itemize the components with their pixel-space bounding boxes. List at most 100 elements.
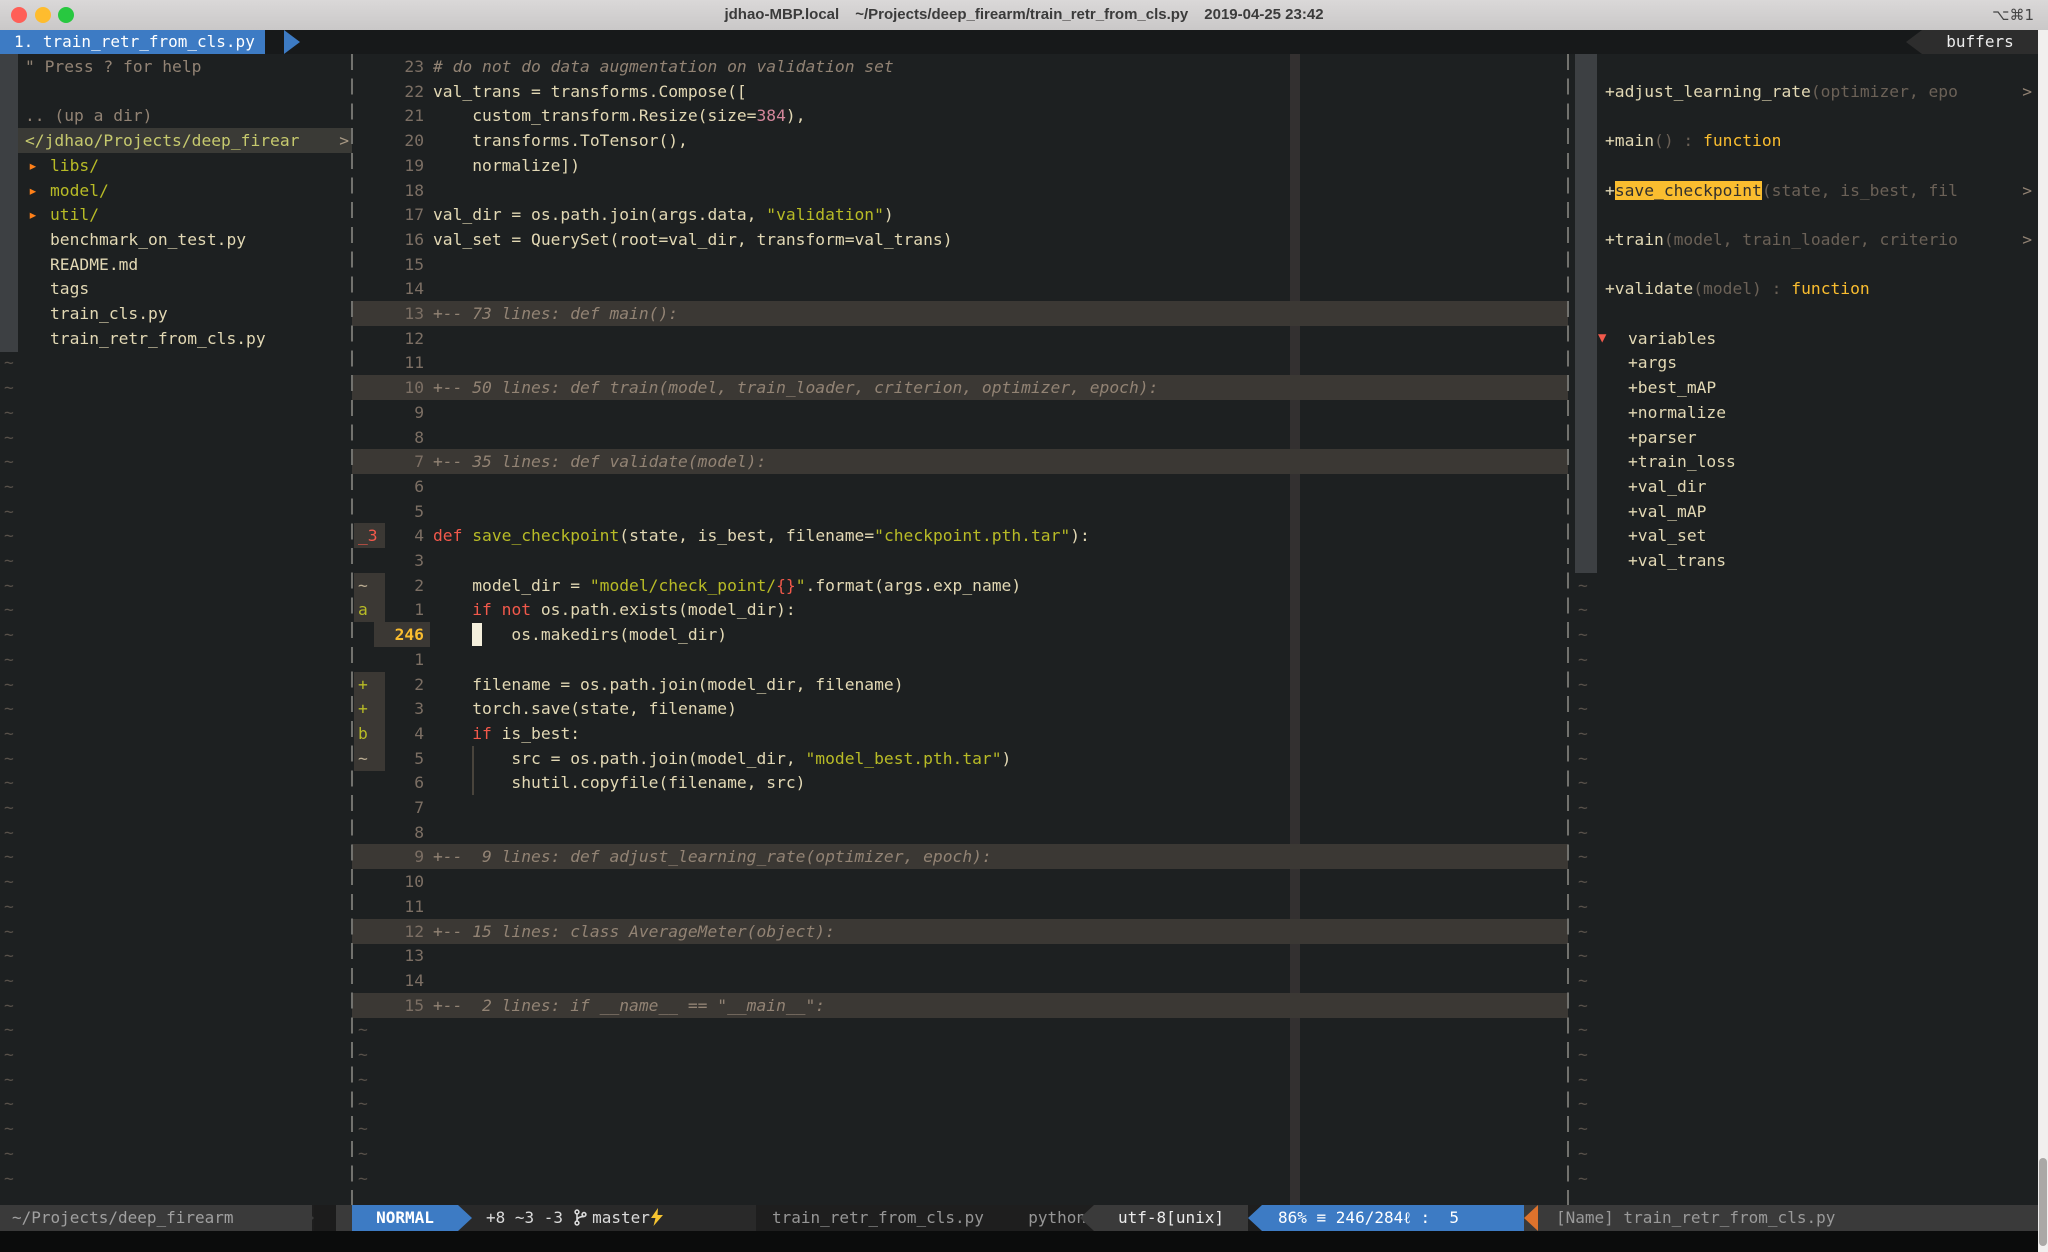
code-line[interactable]: 8 [352,820,1568,845]
code-line[interactable]: 18 [352,178,1568,203]
nerdtree-directory[interactable]: libs/ [50,153,99,178]
nerdtree-row[interactable]: ▸ model/ [0,178,352,203]
code-line[interactable]: 246 os.makedirs(model_dir) [352,622,1568,647]
right-scrollbar-track[interactable] [2038,30,2048,1252]
code-line[interactable]: 14 [352,276,1568,301]
tagbar-row[interactable]: +main() : function [1572,128,2038,153]
folded-line[interactable]: 10+-- 50 lines: def train(model, train_l… [352,375,1568,400]
tag-entry[interactable]: +adjust_learning_rate(optimizer, epo [1605,79,2020,104]
folded-line[interactable]: 15+-- 2 lines: if __name__ == "__main__"… [352,993,1568,1018]
code-line[interactable]: 11 [352,894,1568,919]
code-line[interactable]: ~2 model_dir = "model/check_point/{}".fo… [352,573,1568,598]
command-line[interactable] [0,1231,2048,1252]
code-line[interactable]: 12 [352,326,1568,351]
nerdtree-file[interactable]: train_cls.py [50,301,168,326]
code-line[interactable]: b4 if is_best: [352,721,1568,746]
nerdtree-file[interactable]: benchmark_on_test.py [50,227,246,252]
folded-line[interactable]: 13+-- 73 lines: def main(): [352,301,1568,326]
tag-entry[interactable]: +validate(model) : function [1605,276,2020,301]
code-line[interactable]: ~5 src = os.path.join(model_dir, "model_… [352,746,1568,771]
code-line[interactable]: 19 normalize]) [352,153,1568,178]
nerdtree-up-dir[interactable]: .. (up a dir) [25,103,152,128]
nerdtree-row[interactable]: .. (up a dir) [0,103,352,128]
code-line[interactable]: 22val_trans = transforms.Compose([ [352,79,1568,104]
tagbar-row[interactable]: +save_checkpoint(state, is_best, fil> [1572,178,2038,203]
tag-variable: +parser [1628,425,1697,450]
nerdtree-row[interactable]: benchmark_on_test.py [0,227,352,252]
tagbar-row[interactable]: +adjust_learning_rate(optimizer, epo> [1572,79,2038,104]
code-line[interactable]: 6 [352,474,1568,499]
right-scrollbar-thumb[interactable] [2039,1158,2047,1246]
tagbar-row[interactable]: +val_mAP [1572,499,2038,524]
line-number: 10 [376,869,424,894]
folder-collapsed-icon[interactable]: ▸ [28,202,38,227]
nerdtree-directory[interactable]: model/ [50,178,109,203]
code-line[interactable]: 8 [352,425,1568,450]
tagbar-row[interactable]: ▼variables [1572,326,2038,351]
code-line[interactable]: 13 [352,943,1568,968]
code-line[interactable]: 16val_set = QuerySet(root=val_dir, trans… [352,227,1568,252]
line-number: 7 [376,795,424,820]
tagbar-row[interactable]: +args [1572,350,2038,375]
tagbar-row[interactable]: +val_dir [1572,474,2038,499]
code-line[interactable]: _34def save_checkpoint(state, is_best, f… [352,523,1568,548]
tagbar-row[interactable]: +parser [1572,425,2038,450]
folder-collapsed-icon[interactable]: ▸ [28,153,38,178]
tagbar-row[interactable]: +train_loss [1572,449,2038,474]
folded-line[interactable]: 7+-- 35 lines: def validate(model): [352,449,1568,474]
code-line[interactable]: 23# do not do data augmentation on valid… [352,54,1568,79]
nerdtree-row[interactable]: ▸ libs/ [0,153,352,178]
code-line[interactable]: a1 if not os.path.exists(model_dir): [352,597,1568,622]
window-separator-left[interactable] [351,54,353,1205]
nerdtree-file[interactable]: tags [50,276,89,301]
tag-entry[interactable]: +save_checkpoint(state, is_best, fil [1605,178,2020,203]
folded-line[interactable]: 9+-- 9 lines: def adjust_learning_rate(o… [352,844,1568,869]
code-line[interactable]: 21 custom_transform.Resize(size=384), [352,103,1568,128]
code-line[interactable]: 20 transforms.ToTensor(), [352,128,1568,153]
nerdtree-row[interactable]: README.md [0,252,352,277]
code-line[interactable]: 14 [352,968,1568,993]
tagbar-blank-row [1572,103,2038,128]
fold-open-triangle-icon[interactable]: ▼ [1598,326,1606,351]
code-token: ), [786,106,806,125]
code-line[interactable]: 15 [352,252,1568,277]
empty-line-tilde: ~ [358,1017,368,1042]
code-line[interactable]: 10 [352,869,1568,894]
code-line[interactable]: +2 filename = os.path.join(model_dir, fi… [352,672,1568,697]
nerdtree-directory[interactable]: util/ [50,202,99,227]
folder-collapsed-icon[interactable]: ▸ [28,178,38,203]
code-line[interactable]: 6 shutil.copyfile(filename, src) [352,770,1568,795]
nerdtree-row[interactable]: tags [0,276,352,301]
tagbar-row[interactable]: +validate(model) : function [1572,276,2038,301]
nerdtree-root-path[interactable]: </jdhao/Projects/deep_firear [25,128,299,153]
code-line[interactable]: 9 [352,400,1568,425]
tag-entry[interactable]: +main() : function [1605,128,2020,153]
tagbar-row[interactable]: +train(model, train_loader, criterio> [1572,227,2038,252]
tagbar-row[interactable]: +val_trans [1572,548,2038,573]
nerdtree-row[interactable]: train_cls.py [0,301,352,326]
nerdtree-file[interactable]: README.md [50,252,138,277]
empty-line-tilde: ~ [1578,746,1588,771]
tag-entry[interactable]: +train(model, train_loader, criterio [1605,227,2020,252]
tagbar-row[interactable]: +normalize [1572,400,2038,425]
code-line[interactable]: 1 [352,647,1568,672]
nerdtree-file[interactable]: train_retr_from_cls.py [50,326,266,351]
nerdtree-row[interactable]: train_retr_from_cls.py [0,326,352,351]
code-line[interactable]: 17val_dir = os.path.join(args.data, "val… [352,202,1568,227]
buffers-label[interactable]: buffers [1922,30,2038,54]
code-line[interactable]: 11 [352,350,1568,375]
nerdtree-row[interactable]: </jdhao/Projects/deep_firear> [0,128,352,153]
empty-line-tilde: ~ [1578,1091,1588,1116]
window-separator-right[interactable] [1567,54,1569,1205]
folded-line[interactable]: 12+-- 15 lines: class AverageMeter(objec… [352,919,1568,944]
code-line[interactable]: +3 torch.save(state, filename) [352,696,1568,721]
tagbar-row[interactable]: +best_mAP [1572,375,2038,400]
text-cursor [472,623,482,646]
tab-active[interactable]: 1. train_retr_from_cls.py [0,30,265,54]
code-line[interactable]: 3 [352,548,1568,573]
code-line[interactable]: 5 [352,499,1568,524]
tagbar-empty-row: ~ [1572,573,2038,598]
nerdtree-row[interactable]: ▸ util/ [0,202,352,227]
code-line[interactable]: 7 [352,795,1568,820]
tagbar-row[interactable]: +val_set [1572,523,2038,548]
